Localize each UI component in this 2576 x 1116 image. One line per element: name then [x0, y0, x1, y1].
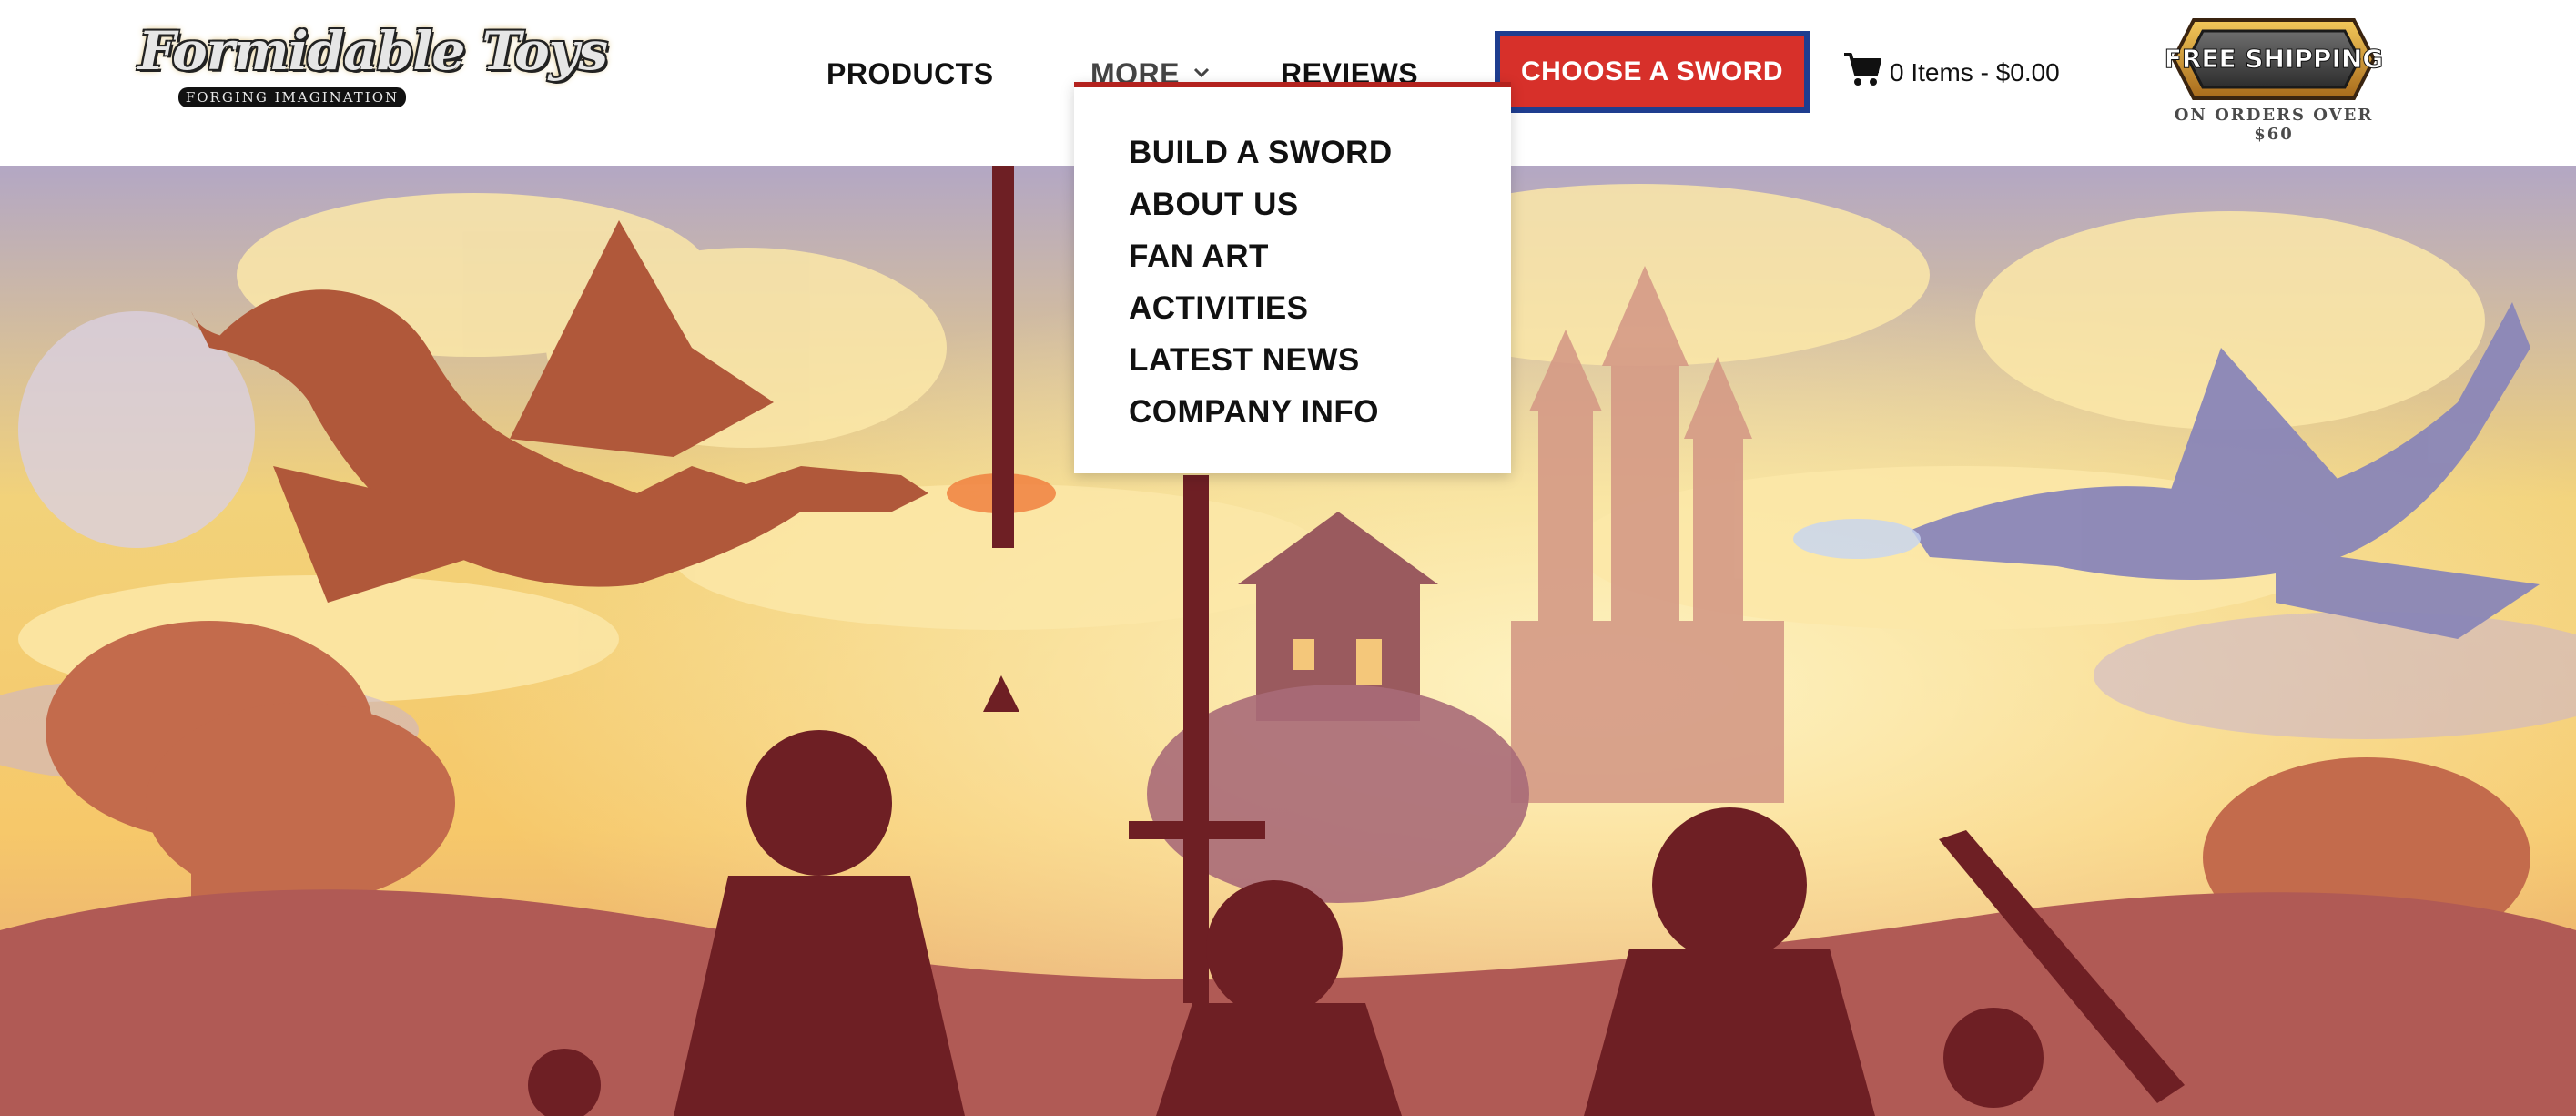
cart-icon [1844, 53, 1881, 86]
chevron-down-icon[interactable] [1192, 66, 1211, 80]
choose-a-sword-button[interactable]: CHOOSE A SWORD [1495, 31, 1810, 113]
formidable-toys-logo[interactable]: Formidable Toys FORGING IMAGINATION [138, 11, 608, 111]
more-dropdown-menu: BUILD A SWORD ABOUT US FAN ART ACTIVITIE… [1074, 82, 1511, 473]
free-shipping-subtitle: ON ORDERS OVER $60 [2174, 106, 2374, 144]
menu-item-about-us[interactable]: ABOUT US [1129, 182, 1299, 228]
free-shipping-badge[interactable]: FREE SHIPPING [2161, 13, 2387, 106]
cart-link[interactable]: 0 Items - $0.00 [1842, 49, 2070, 95]
menu-item-company-info[interactable]: COMPANY INFO [1129, 390, 1379, 435]
free-shipping-title: FREE SHIPPING [2165, 44, 2384, 74]
nav-products[interactable]: PRODUCTS [827, 53, 994, 95]
logo-tagline: FORGING IMAGINATION [178, 87, 406, 107]
menu-item-fan-art[interactable]: FAN ART [1129, 234, 1269, 279]
logo-wordmark: Formidable Toys [138, 20, 608, 82]
dropdown-accent-bar [1074, 82, 1511, 87]
cart-summary: 0 Items - $0.00 [1890, 58, 2060, 86]
menu-item-activities[interactable]: ACTIVITIES [1129, 286, 1309, 331]
menu-item-latest-news[interactable]: LATEST NEWS [1129, 338, 1360, 383]
menu-item-build-a-sword[interactable]: BUILD A SWORD [1129, 130, 1393, 176]
